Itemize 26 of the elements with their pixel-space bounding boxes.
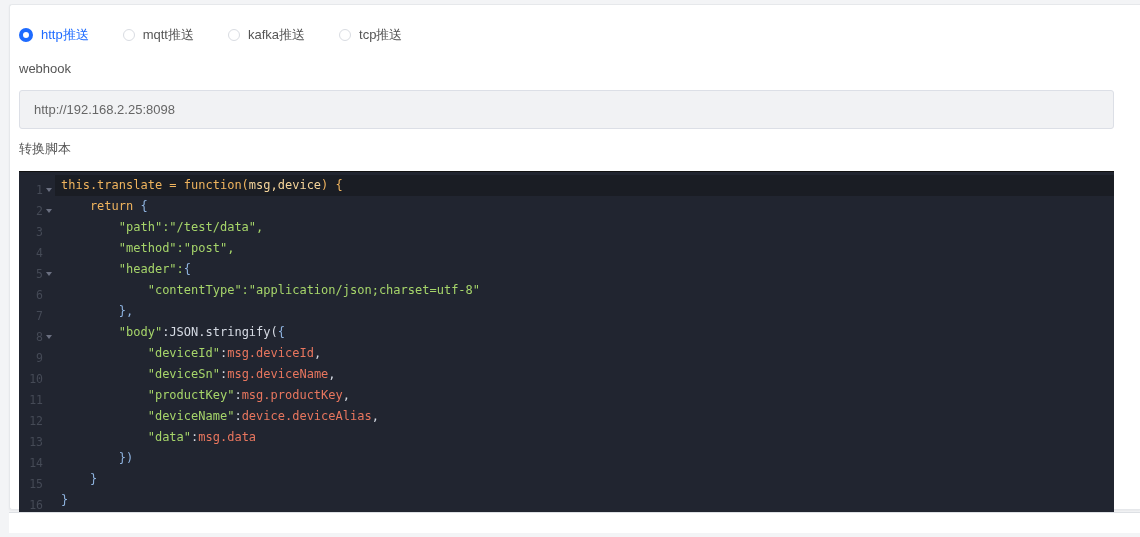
- radio-option[interactable]: kafka推送: [228, 26, 310, 44]
- code-line: "path":"/test/data",: [117, 220, 264, 235]
- webhook-field[interactable]: http://192.168.2.25:8098: [19, 90, 1114, 129]
- radio-option[interactable]: http推送: [19, 26, 93, 44]
- fold-icon[interactable]: [46, 271, 52, 276]
- code-line: this.translate = function(msg,device) {: [61, 178, 343, 193]
- code-line: "contentType":"application/json;charset=utf-8": [146, 283, 481, 298]
- code-line: "data":msg.data: [146, 430, 257, 445]
- radio-option[interactable]: tcp推送: [339, 26, 407, 44]
- code-line: "body":JSON.stringify({: [117, 325, 285, 340]
- fold-icon[interactable]: [46, 334, 52, 339]
- radio-option[interactable]: mqtt推送: [122, 26, 198, 44]
- code-line: }: [88, 472, 98, 487]
- code-line: },: [117, 304, 134, 319]
- fold-icon[interactable]: [46, 208, 52, 213]
- field-label: 转换脚本: [19, 140, 71, 158]
- code-line: "header":{: [117, 262, 192, 277]
- code-line: "productKey":msg.productKey,: [146, 388, 350, 403]
- code-line: }: [61, 493, 69, 508]
- code-line: "deviceSn":msg.deviceName,: [146, 367, 336, 382]
- code-line: "method":"post",: [117, 241, 235, 256]
- code-line: "deviceName":device.deviceAlias,: [146, 409, 379, 424]
- code-line: return {: [88, 199, 148, 214]
- code-line: }): [117, 451, 134, 466]
- code-line: "deviceId":msg.deviceId,: [146, 346, 322, 361]
- field-label: webhook: [19, 60, 72, 78]
